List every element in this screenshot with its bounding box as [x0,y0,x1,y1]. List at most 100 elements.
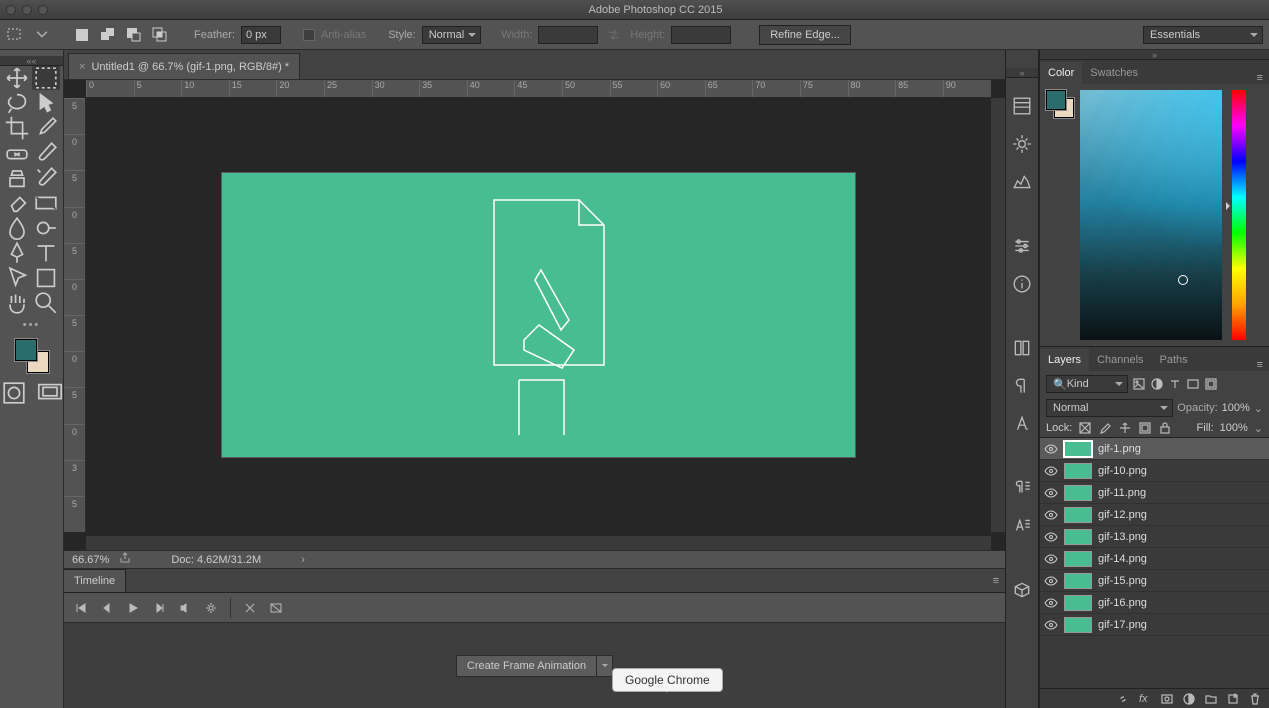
style-select[interactable]: Normal [422,26,481,44]
color-swatches-tool[interactable] [15,339,49,373]
layer-thumbnail[interactable] [1064,573,1092,589]
opacity-value[interactable]: 100% [1222,402,1250,414]
eyedropper-tool[interactable] [32,116,60,140]
brightness-panel-icon[interactable] [1012,134,1032,154]
layer-name[interactable]: gif-1.png [1098,443,1141,455]
subtract-selection-icon[interactable] [124,27,144,43]
workspace-select[interactable]: Essentials [1143,26,1263,44]
layer-mask-icon[interactable] [1161,693,1173,705]
layer-list[interactable]: gif-1.png gif-10.png gif-11.png gif-12.png g… [1040,438,1269,688]
play-icon[interactable] [126,601,140,615]
group-icon[interactable] [1205,693,1217,705]
3d-panel-icon[interactable] [1012,580,1032,600]
color-mini-swatches[interactable] [1046,90,1074,118]
current-tool-icon[interactable] [6,27,26,43]
layer-name[interactable]: gif-15.png [1098,575,1147,587]
histogram-panel-icon[interactable] [1012,172,1032,192]
layer-thumbnail[interactable] [1064,441,1092,457]
layers-tab[interactable]: Layers [1040,349,1089,371]
channels-tab[interactable]: Channels [1089,349,1151,371]
close-tab-icon[interactable]: × [79,61,85,73]
lock-all-icon[interactable] [1158,421,1172,435]
screen-mode-icon[interactable] [36,381,64,405]
filter-adjust-icon[interactable] [1150,377,1164,391]
vertical-scrollbar[interactable] [991,98,1005,532]
healing-brush-tool[interactable] [3,141,31,165]
layer-thumbnail[interactable] [1064,463,1092,479]
layer-name[interactable]: gif-12.png [1098,509,1147,521]
ruler-horizontal[interactable]: 051015202530354045505560657075808590 [86,80,991,98]
layer-row[interactable]: gif-14.png [1040,548,1269,570]
pen-tool[interactable] [3,241,31,265]
layer-row[interactable]: gif-1.png [1040,438,1269,460]
eraser-tool[interactable] [3,191,31,215]
gradient-tool[interactable] [32,191,60,215]
hand-tool[interactable] [3,291,31,315]
layer-row[interactable]: gif-12.png [1040,504,1269,526]
document-tab[interactable]: × Untitled1 @ 66.7% (gif-1.png, RGB/8#) … [68,53,300,79]
visibility-icon[interactable] [1044,618,1058,632]
adjustment-layer-icon[interactable] [1183,693,1195,705]
layer-thumbnail[interactable] [1064,551,1092,567]
lock-position-icon[interactable] [1118,421,1132,435]
adjustments-panel-icon[interactable] [1012,236,1032,256]
path-select-tool[interactable] [3,266,31,290]
move-tool[interactable] [3,66,31,90]
minimize-window-icon[interactable] [22,5,32,15]
layer-name[interactable]: gif-16.png [1098,597,1147,609]
visibility-icon[interactable] [1044,442,1058,456]
create-animation-dropdown-icon[interactable] [597,655,613,677]
chevron-down-icon[interactable] [32,27,52,43]
layer-filter-kind[interactable]: 🔍Kind [1046,375,1128,393]
opacity-chevron-icon[interactable]: ⌄ [1254,402,1263,415]
horizontal-scrollbar[interactable] [86,536,991,550]
filter-type-icon[interactable] [1168,377,1182,391]
fill-chevron-icon[interactable]: ⌄ [1254,422,1263,435]
intersect-selection-icon[interactable] [150,27,170,43]
timeline-menu-icon[interactable]: ≡ [993,575,999,587]
character-panel-icon[interactable] [1012,414,1032,434]
layer-thumbnail[interactable] [1064,595,1092,611]
layer-row[interactable]: gif-17.png [1040,614,1269,636]
maximize-window-icon[interactable] [38,5,48,15]
character-styles-icon[interactable] [1012,516,1032,536]
history-panel-icon[interactable] [1012,96,1032,116]
layer-row[interactable]: gif-16.png [1040,592,1269,614]
layer-thumbnail[interactable] [1064,617,1092,633]
quick-select-tool[interactable] [32,91,60,115]
fill-value[interactable]: 100% [1220,422,1248,434]
layer-thumbnail[interactable] [1064,529,1092,545]
lasso-tool[interactable] [3,91,31,115]
split-icon[interactable] [243,601,257,615]
dodge-tool[interactable] [32,216,60,240]
visibility-icon[interactable] [1044,486,1058,500]
iconcol-collapse[interactable]: » [1006,68,1038,78]
transition-icon[interactable] [269,601,283,615]
delete-layer-icon[interactable] [1249,693,1261,705]
timeline-settings-icon[interactable] [204,601,218,615]
layer-name[interactable]: gif-11.png [1098,487,1146,499]
zoom-level[interactable]: 66.67% [72,554,109,566]
libraries-panel-icon[interactable] [1012,338,1032,358]
blur-tool[interactable] [3,216,31,240]
more-tools-icon[interactable]: ••• [23,319,41,331]
fg-color-chip[interactable] [1046,90,1066,110]
swatches-tab[interactable]: Swatches [1082,62,1146,84]
layer-row[interactable]: gif-13.png [1040,526,1269,548]
layer-thumbnail[interactable] [1064,507,1092,523]
quick-mask-icon[interactable] [0,381,28,405]
zoom-tool[interactable] [32,291,60,315]
layer-name[interactable]: gif-17.png [1098,619,1147,631]
first-frame-icon[interactable] [74,601,88,615]
timeline-tab[interactable]: Timeline [64,569,126,592]
document-canvas[interactable] [222,173,855,457]
blend-mode-select[interactable]: Normal [1046,399,1173,417]
ruler-vertical[interactable]: 505050505035 [64,98,86,532]
visibility-icon[interactable] [1044,574,1058,588]
lock-transparency-icon[interactable] [1078,421,1092,435]
hue-slider[interactable] [1232,90,1246,340]
layer-row[interactable]: gif-11.png [1040,482,1269,504]
lock-artboard-icon[interactable] [1138,421,1152,435]
layer-name[interactable]: gif-10.png [1098,465,1147,477]
visibility-icon[interactable] [1044,530,1058,544]
